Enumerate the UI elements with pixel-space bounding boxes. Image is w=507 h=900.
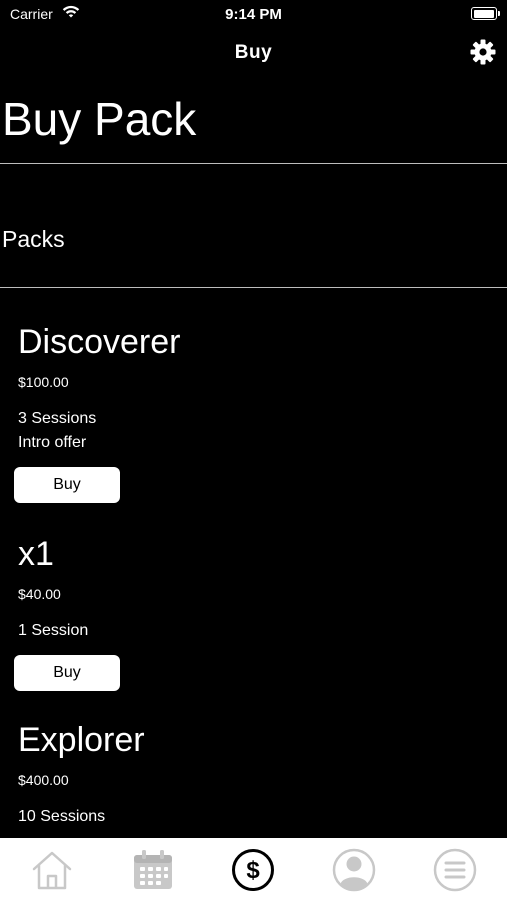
- pack-card-x1: x1 $40.00 1 Session Buy: [14, 535, 124, 691]
- pack-price: $40.00: [18, 586, 61, 602]
- pack-name: Discoverer: [18, 323, 181, 361]
- home-icon[interactable]: [30, 848, 74, 892]
- pack-sessions: 1 Session: [18, 622, 89, 639]
- menu-icon[interactable]: [433, 848, 477, 892]
- pack-offer: Intro offer: [18, 434, 87, 451]
- profile-icon[interactable]: [332, 848, 376, 892]
- navigation-bar: Buy: [0, 36, 507, 70]
- pack-description: 3 Sessions Intro offer: [18, 407, 180, 455]
- buy-button[interactable]: Buy: [14, 467, 120, 503]
- pack-price: $100.00: [18, 374, 69, 390]
- tab-bar: $: [0, 838, 507, 900]
- pack-card-explorer: Explorer $400.00 10 Sessions: [18, 721, 145, 841]
- battery-icon: [471, 7, 500, 20]
- pack-price: $400.00: [18, 772, 69, 788]
- status-time: 9:14 PM: [225, 6, 282, 23]
- section-title: Packs: [2, 226, 65, 252]
- gear-icon[interactable]: [469, 38, 497, 66]
- divider: [0, 287, 507, 288]
- calendar-icon[interactable]: [131, 848, 175, 892]
- pack-description: 1 Session: [18, 619, 124, 643]
- pack-sessions: 10 Sessions: [18, 808, 106, 825]
- pack-sessions: 3 Sessions: [18, 410, 97, 427]
- pack-card-discoverer: Discoverer $100.00 3 Sessions Intro offe…: [14, 323, 181, 503]
- nav-title: Buy: [234, 42, 273, 63]
- dollar-icon[interactable]: $: [231, 848, 275, 892]
- status-bar: Carrier 9:14 PM: [0, 0, 507, 28]
- buy-button[interactable]: Buy: [14, 655, 120, 691]
- divider: [0, 163, 507, 164]
- svg-text:$: $: [246, 857, 260, 884]
- page-title: Buy Pack: [2, 93, 197, 145]
- pack-name: Explorer: [18, 721, 145, 759]
- pack-description: 10 Sessions: [18, 805, 145, 829]
- pack-name: x1: [18, 535, 54, 573]
